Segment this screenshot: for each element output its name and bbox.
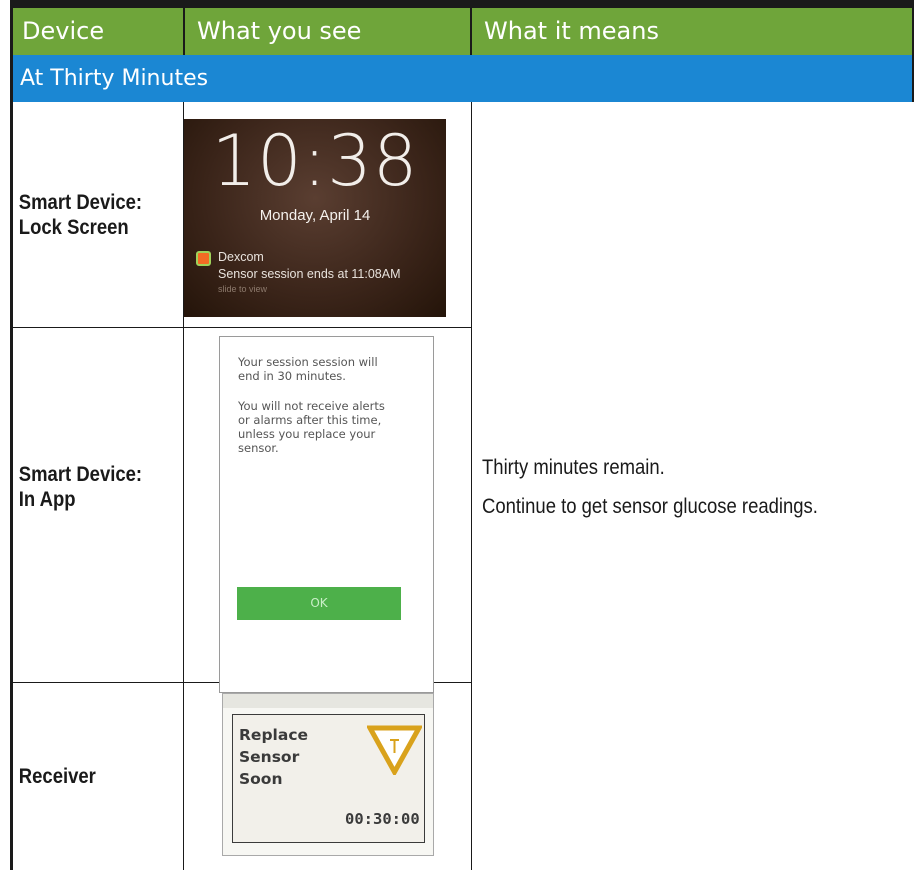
column-divider (471, 102, 472, 870)
sensor-warning-icon (367, 725, 422, 775)
lock-screen-image: 10:38 Monday, April 14 Dexcom Sensor ses… (184, 119, 446, 317)
ok-button: OK (237, 587, 401, 620)
device-label-in-app: Smart Device: In App (18, 463, 143, 511)
section-title: At Thirty Minutes (10, 55, 914, 102)
meaning-line-1: Thirty minutes remain. (482, 456, 665, 479)
header-device: Device (10, 8, 183, 55)
receiver-alert-line-2: Sensor (239, 748, 300, 766)
receiver-background (223, 694, 433, 708)
dexcom-app-icon (196, 251, 211, 266)
slide-to-view: slide to view (218, 284, 268, 294)
info-table: Device What you see What it means At Thi… (10, 0, 914, 870)
header-what-it-means: What it means (472, 8, 914, 55)
in-app-message-1: Your session session will end in 30 minu… (238, 355, 378, 383)
receiver-image: Replace Sensor Soon 00:30:00 (222, 693, 434, 856)
device-label-receiver: Receiver (18, 765, 96, 788)
meaning-line-2: Continue to get sensor glucose readings. (482, 495, 818, 518)
receiver-alert-line-1: Replace (239, 726, 309, 744)
table-right-border (912, 0, 914, 102)
notification-app-name: Dexcom (218, 250, 264, 264)
table-left-border (10, 0, 13, 870)
header-what-you-see: What you see (185, 8, 470, 55)
notification-message: Sensor session ends at 11:08AM (218, 267, 401, 281)
table-top-border (10, 0, 914, 8)
lock-date: Monday, April 14 (259, 207, 371, 224)
in-app-message-2: You will not receive alerts or alarms af… (238, 399, 385, 455)
receiver-timer: 00:30:00 (345, 810, 420, 828)
row-divider (10, 327, 472, 328)
receiver-alert-popup: Replace Sensor Soon 00:30:00 (232, 714, 425, 843)
receiver-alert-line-3: Soon (239, 770, 283, 788)
lock-time: 10:38 (211, 120, 419, 202)
device-label-lock-screen: Smart Device: Lock Screen (18, 191, 143, 239)
in-app-image: Your session session will end in 30 minu… (219, 336, 434, 693)
